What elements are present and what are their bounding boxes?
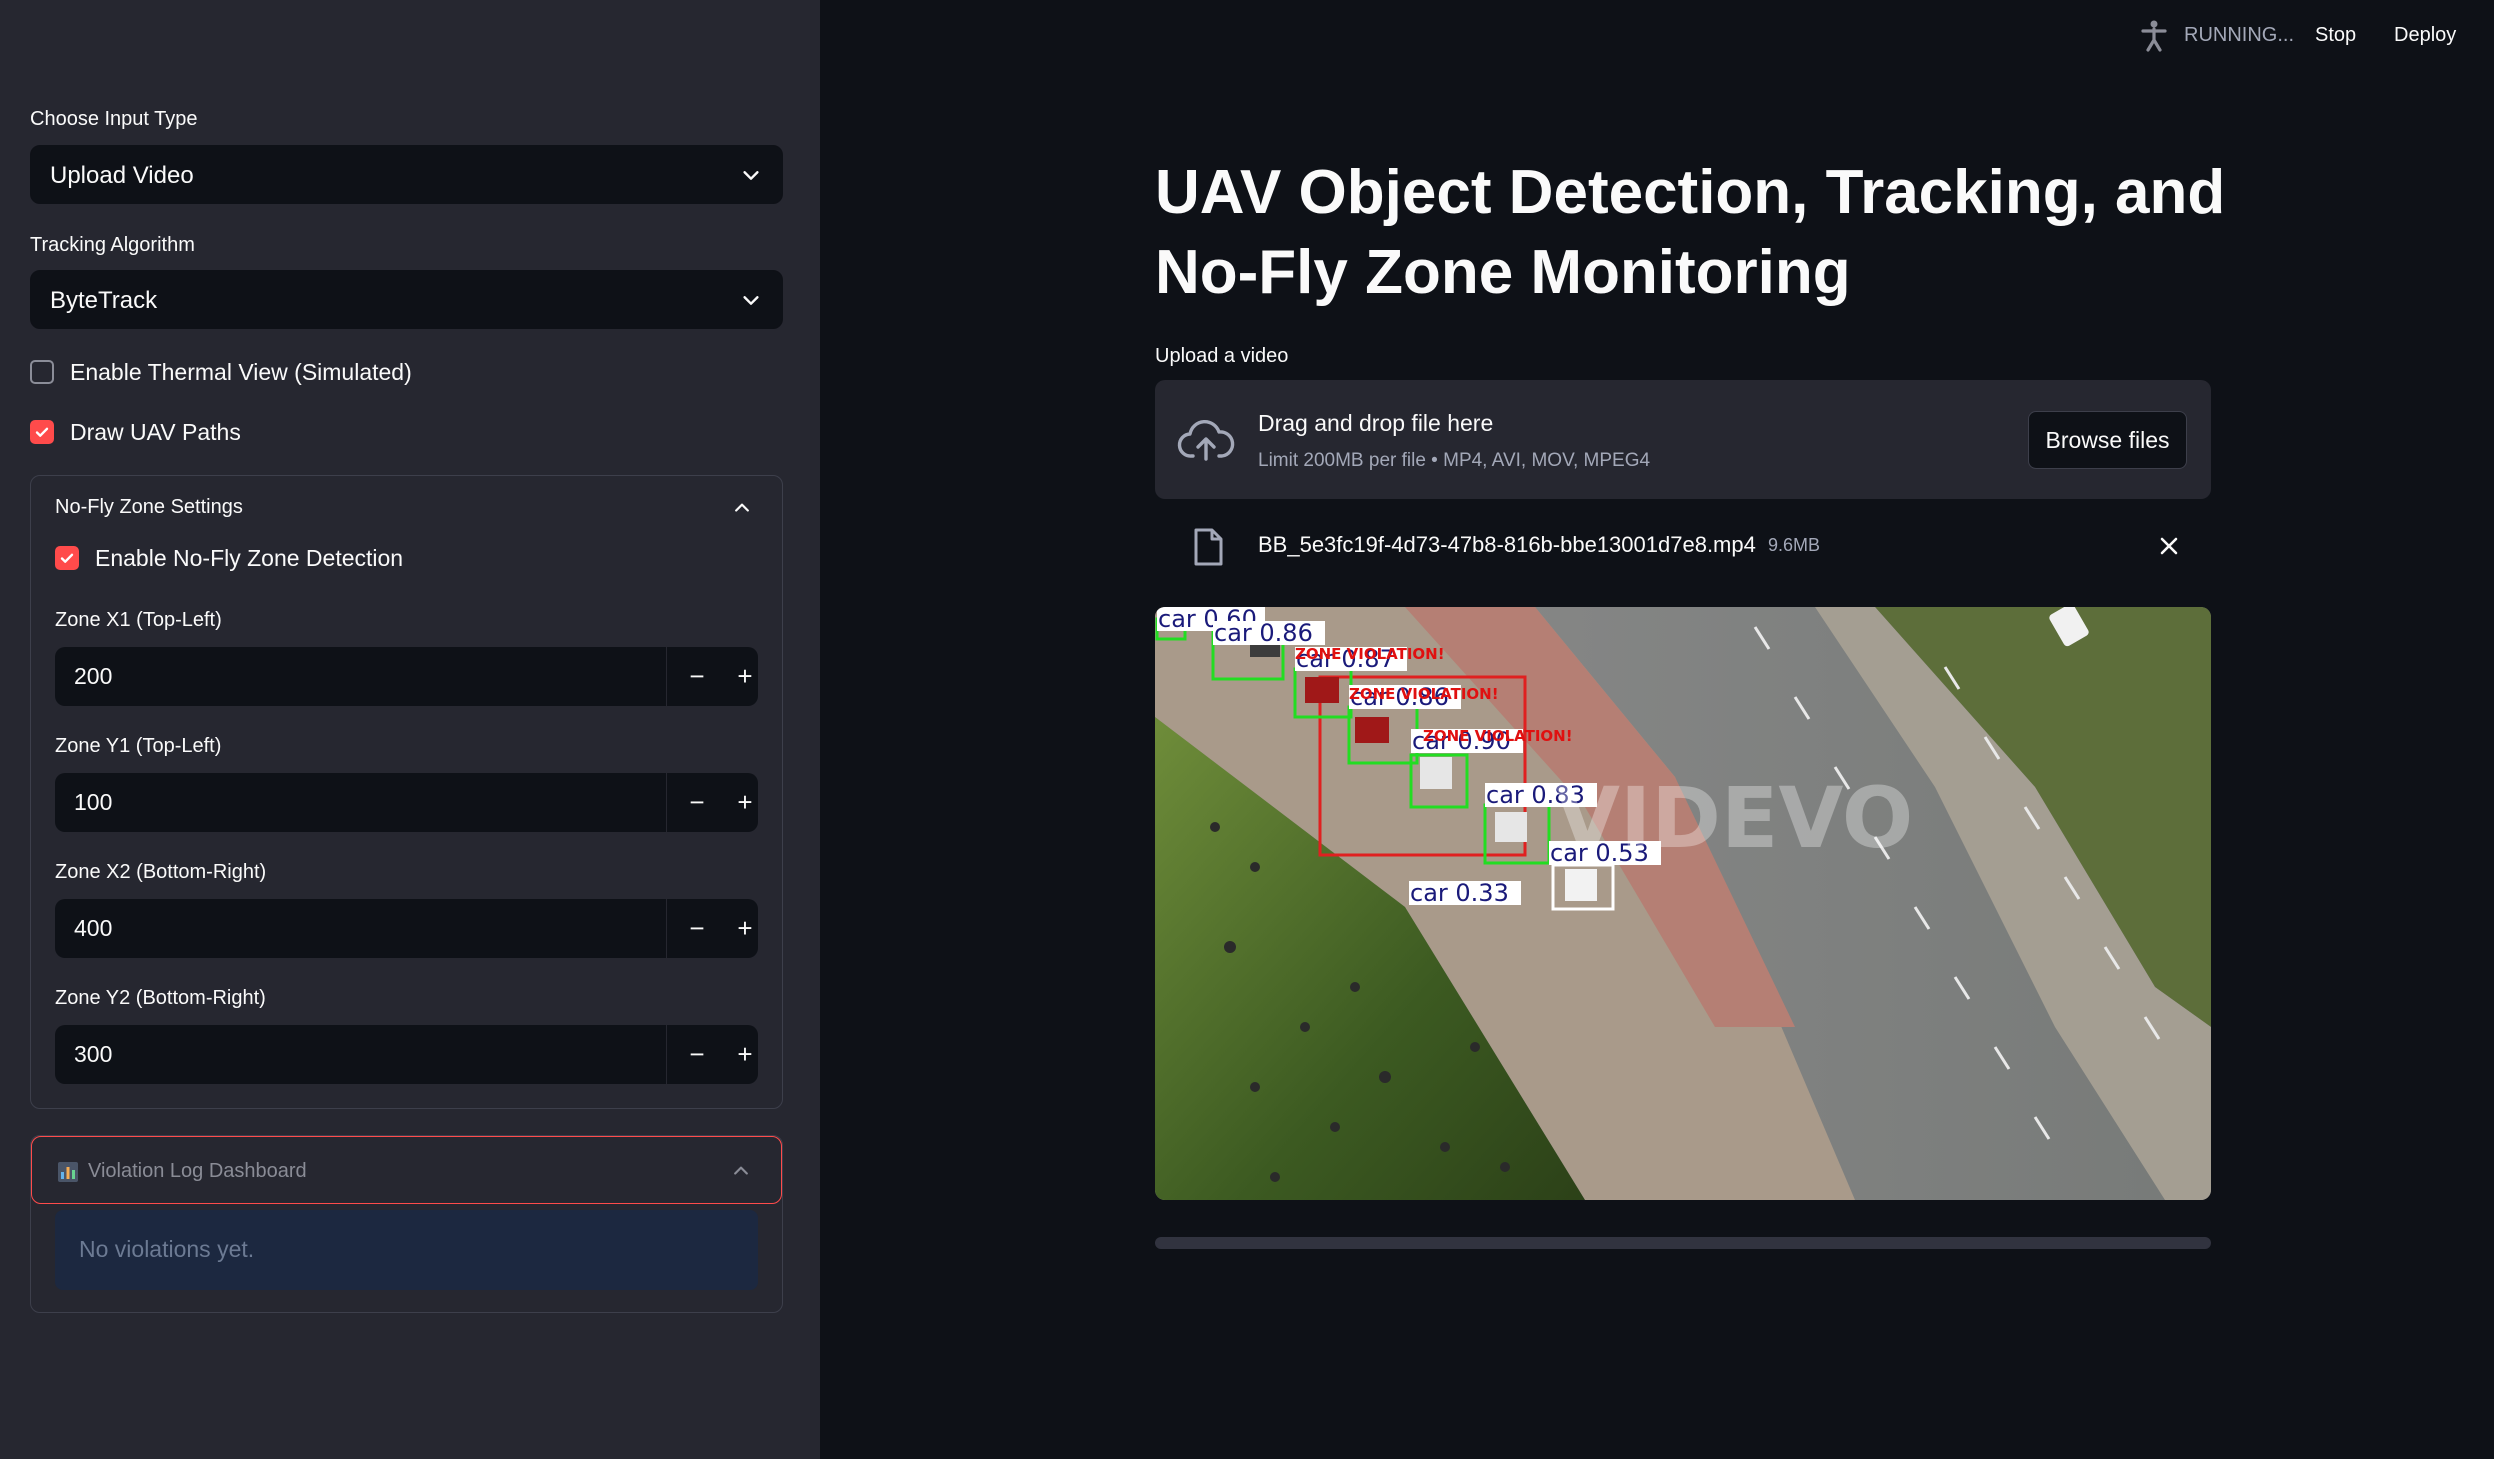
chevron-down-icon xyxy=(743,171,759,180)
watermark: VIDEVO xyxy=(1555,769,1913,867)
stop-button[interactable]: Stop xyxy=(2315,24,2356,47)
zone-x1-input[interactable]: 200 − + xyxy=(55,647,758,706)
enable-no-fly-checkbox[interactable]: Enable No-Fly Zone Detection xyxy=(55,543,403,573)
violation-text: ZONE VIOLATION! xyxy=(1295,645,1445,663)
violation-log-empty-text: No violations yet. xyxy=(79,1236,255,1262)
zone-x2-label: Zone X2 (Bottom-Right) xyxy=(55,861,267,883)
detection-label: car 0.33 xyxy=(1410,879,1509,907)
running-figure-icon xyxy=(2141,20,2167,52)
chevron-up-icon[interactable] xyxy=(732,498,752,518)
file-dropzone[interactable]: Drag and drop file here Limit 200MB per … xyxy=(1155,380,2211,499)
car xyxy=(1305,677,1339,703)
zone-x2-value: 400 xyxy=(74,915,113,941)
input-type-label: Choose Input Type xyxy=(30,108,198,130)
stepper-divider xyxy=(666,647,667,706)
file-size: 9.6MB xyxy=(1768,535,1821,555)
input-type-value: Upload Video xyxy=(50,162,194,189)
violation-log-info: No violations yet. xyxy=(55,1210,758,1290)
file-name: BB_5e3fc19f-4d73-47b8-816b-bbe13001d7e8.… xyxy=(1258,532,1756,557)
cloud-upload-icon xyxy=(1177,420,1235,461)
car xyxy=(1420,757,1452,789)
no-fly-zone-title: No-Fly Zone Settings xyxy=(55,496,243,518)
car xyxy=(1565,869,1597,901)
zone-y1-label: Zone Y1 (Top-Left) xyxy=(55,735,222,757)
chevron-up-icon xyxy=(734,1166,748,1175)
browse-files-button[interactable]: Browse files xyxy=(2028,411,2187,469)
app-header: RUNNING... Stop Deploy xyxy=(820,0,2494,72)
stepper-divider xyxy=(666,899,667,958)
detection-label: car 0.86 xyxy=(1214,619,1313,647)
close-icon[interactable] xyxy=(2157,534,2181,558)
uploaded-file-row: BB_5e3fc19f-4d73-47b8-816b-bbe13001d7e8.… xyxy=(1155,520,2211,572)
tracking-label: Tracking Algorithm xyxy=(30,234,195,256)
input-type-select[interactable]: Upload Video xyxy=(30,145,783,204)
car xyxy=(1495,812,1527,842)
upload-label: Upload a video xyxy=(1155,345,1289,367)
decrement-button[interactable]: − xyxy=(673,1025,721,1084)
zone-x2-input[interactable]: 400 − + xyxy=(55,899,758,958)
file-icon xyxy=(1194,528,1223,566)
violation-text: ZONE VIOLATION! xyxy=(1423,727,1573,745)
stepper-divider xyxy=(666,1025,667,1084)
violation-log-header[interactable]: Violation Log Dashboard xyxy=(31,1136,782,1204)
car xyxy=(1355,717,1389,743)
tracking-value: ByteTrack xyxy=(50,287,158,314)
violation-log-expander: Violation Log Dashboard No violations ye… xyxy=(30,1135,783,1313)
zone-y2-input[interactable]: 300 − + xyxy=(55,1025,758,1084)
dropzone-hint: Limit 200MB per file • MP4, AVI, MOV, MP… xyxy=(1258,450,1651,471)
tracking-select[interactable]: ByteTrack xyxy=(30,270,783,329)
violation-text: ZONE VIOLATION! xyxy=(1349,685,1499,703)
zone-x1-label: Zone X1 (Top-Left) xyxy=(55,609,222,631)
zone-y2-value: 300 xyxy=(74,1041,113,1067)
increment-button[interactable]: + xyxy=(721,1025,769,1084)
increment-button[interactable]: + xyxy=(721,899,769,958)
increment-button[interactable]: + xyxy=(721,647,769,706)
decrement-button[interactable]: − xyxy=(673,773,721,832)
decrement-button[interactable]: − xyxy=(673,899,721,958)
violation-log-title: Violation Log Dashboard xyxy=(88,1160,307,1182)
sidebar: Choose Input Type Upload Video Tracking … xyxy=(0,0,820,1459)
checkbox-unchecked-icon xyxy=(30,360,54,384)
uav-paths-label: Draw UAV Paths xyxy=(70,418,241,445)
no-fly-zone-expander: No-Fly Zone Settings Enable No-Fly Zone … xyxy=(30,475,783,1109)
zone-y2-label: Zone Y2 (Bottom-Right) xyxy=(55,987,266,1009)
video-progress-bar xyxy=(1155,1237,2211,1249)
checkbox-checked-icon xyxy=(30,420,54,444)
bar-chart-icon xyxy=(58,1162,78,1182)
dropzone-title: Drag and drop file here xyxy=(1258,410,1494,436)
running-status: RUNNING... xyxy=(2184,24,2294,46)
checkbox-checked-icon xyxy=(55,546,79,570)
zone-y1-value: 100 xyxy=(74,789,113,815)
thermal-view-checkbox[interactable]: Enable Thermal View (Simulated) xyxy=(30,357,412,387)
enable-no-fly-label: Enable No-Fly Zone Detection xyxy=(95,544,404,571)
video-frame[interactable]: car 0.60 car 0.86 car 0.87 car 0.86 car … xyxy=(1155,607,2211,1200)
thermal-view-label: Enable Thermal View (Simulated) xyxy=(70,358,412,385)
decrement-button[interactable]: − xyxy=(673,647,721,706)
deploy-button[interactable]: Deploy xyxy=(2394,24,2456,47)
stepper-divider xyxy=(666,773,667,832)
chevron-down-icon xyxy=(743,296,759,305)
increment-button[interactable]: + xyxy=(721,773,769,832)
uav-paths-checkbox[interactable]: Draw UAV Paths xyxy=(30,417,241,447)
page-title: UAV Object Detection, Tracking, and No-F… xyxy=(1155,158,2226,307)
zone-y1-input[interactable]: 100 − + xyxy=(55,773,758,832)
zone-x1-value: 200 xyxy=(74,663,113,689)
